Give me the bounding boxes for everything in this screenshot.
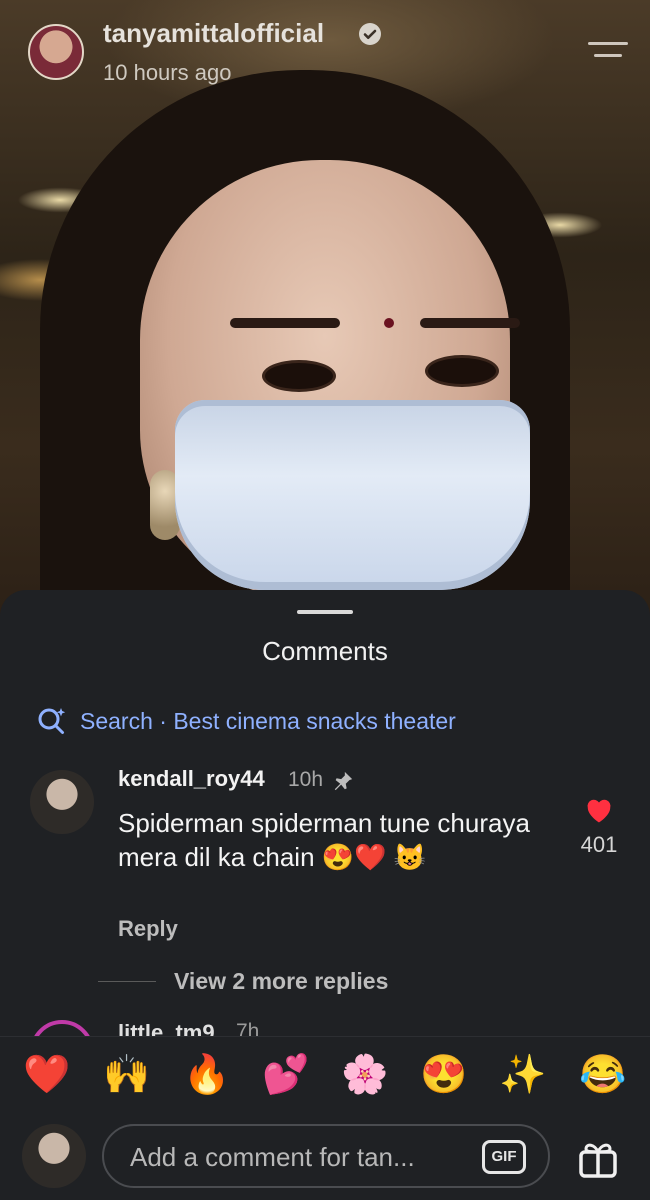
emoji-joy-icon[interactable]: 😂 bbox=[578, 1053, 628, 1097]
menu-icon[interactable] bbox=[588, 36, 628, 66]
emoji-heart-icon[interactable]: ❤️ bbox=[22, 1053, 72, 1097]
comment-input[interactable]: Add a comment for tan... GIF bbox=[102, 1124, 550, 1188]
post-time: 10 hours ago bbox=[103, 60, 232, 85]
gift-icon[interactable] bbox=[576, 1136, 620, 1180]
emoji-blossom-icon[interactable]: 🌸 bbox=[340, 1053, 390, 1097]
comment-input-placeholder: Add a comment for tan... bbox=[130, 1142, 415, 1172]
view-more-replies-button[interactable]: View 2 more replies bbox=[174, 968, 388, 995]
photo-eye-left bbox=[262, 360, 336, 392]
search-suggestion[interactable]: Search · Best cinema snacks theater bbox=[36, 706, 456, 736]
comment-composer: Add a comment for tan... GIF bbox=[0, 1120, 650, 1200]
pin-icon bbox=[334, 771, 353, 791]
emoji-raising-hands-icon[interactable]: 🙌 bbox=[102, 1053, 152, 1097]
emoji-quick-bar: ❤️ 🙌 🔥 💕 🌸 😍 ✨ 😂 bbox=[0, 1036, 650, 1121]
sheet-title: Comments bbox=[262, 636, 388, 666]
photo-bindi bbox=[384, 318, 394, 328]
like-heart-icon[interactable] bbox=[584, 796, 614, 824]
like-count: 401 bbox=[580, 832, 618, 857]
sheet-drag-handle[interactable] bbox=[297, 610, 353, 614]
commenter-username[interactable]: kendall_roy44 bbox=[118, 766, 265, 792]
ai-search-icon bbox=[38, 708, 66, 734]
comment-time: 10h bbox=[288, 768, 324, 791]
reply-button[interactable]: Reply bbox=[118, 916, 178, 942]
replies-divider bbox=[98, 981, 156, 982]
author-username[interactable]: tanyamittalofficial bbox=[103, 18, 324, 49]
gif-button[interactable]: GIF bbox=[482, 1140, 526, 1174]
comment-text: Spiderman spiderman tune churaya mera di… bbox=[118, 808, 530, 872]
emoji-heart-eyes-icon[interactable]: 😍 bbox=[419, 1053, 469, 1097]
search-suggestion-text: Search · Best cinema snacks theater bbox=[80, 707, 456, 734]
commenter-avatar[interactable] bbox=[30, 770, 94, 834]
post-header: tanyamittalofficial 10 hours ago bbox=[0, 0, 650, 110]
emoji-sparkles-icon[interactable]: ✨ bbox=[498, 1053, 548, 1097]
my-avatar bbox=[22, 1124, 86, 1188]
photo-mask bbox=[175, 400, 530, 590]
photo-brow-right bbox=[420, 318, 520, 328]
author-avatar[interactable] bbox=[28, 24, 84, 80]
emoji-fire-icon[interactable]: 🔥 bbox=[182, 1053, 232, 1097]
emoji-two-hearts-icon[interactable]: 💕 bbox=[261, 1053, 311, 1097]
photo-eye-right bbox=[425, 355, 499, 387]
verified-badge-icon bbox=[359, 23, 381, 45]
photo-brow-left bbox=[230, 318, 340, 328]
